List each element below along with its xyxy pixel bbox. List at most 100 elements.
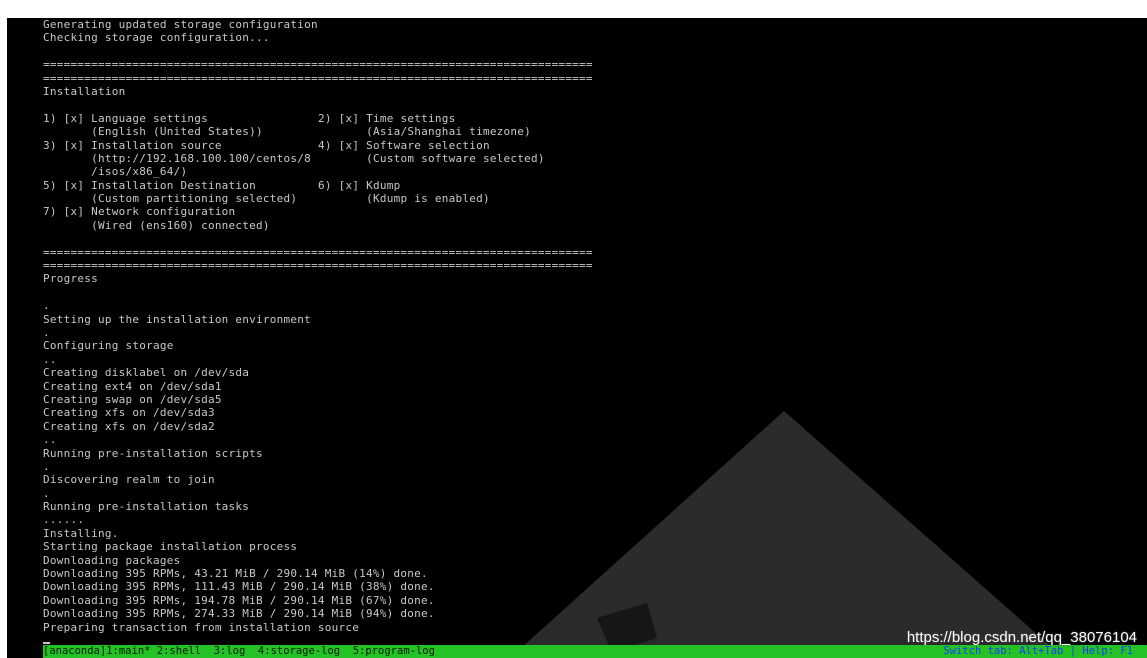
console-line: Checking storage configuration... [43,31,593,44]
console-line: ========================================… [43,246,593,259]
console-line-text: Downloading 395 RPMs, 111.43 MiB / 290.1… [43,580,435,594]
console-line-right-text: (Asia/Shanghai timezone) [318,125,532,139]
terminal-screen[interactable]: Generating updated storage configuration… [7,18,1147,658]
console-line-text: . [43,299,50,313]
top-margin [1068,0,1147,18]
console-line-right-text: 2) [x] Time settings [318,111,456,125]
console-line-text: Running pre-installation tasks [43,500,250,514]
console-line-text: Creating ext4 on /dev/sda1 [43,379,222,393]
console-line: .. [43,433,593,446]
tmux-window-list[interactable]: [anaconda]1:main* 2:shell 3:log 4:storag… [43,645,435,658]
console-line-right-text: 6) [x] Kdump [318,178,401,192]
tmux-status-bar[interactable]: [anaconda]1:main* 2:shell 3:log 4:storag… [43,645,1147,658]
console-output: Generating updated storage configuration… [43,18,593,634]
console-line-text: Creating xfs on /dev/sda3 [43,406,215,420]
console-line: Creating swap on /dev/sda5 [43,393,593,406]
console-line: . [43,299,593,312]
console-line-text: (Custom partitioning selected) [43,192,298,206]
console-line: Creating xfs on /dev/sda2 [43,420,593,433]
console-line: Progress [43,272,593,285]
console-line: 1) [x] Language settings 2) [x] Time sett… [43,112,593,125]
console-line: Downloading packages [43,554,593,567]
console-line-text: . [43,459,50,473]
console-line-text: Discovering realm to join [43,473,215,487]
console-line-text: Starting package installation process [43,540,298,554]
console-line: Downloading 395 RPMs, 43.21 MiB / 290.14… [43,567,593,580]
console-line-text: /isos/x86_64/) [43,165,188,179]
console-line-text: ========================================… [43,259,593,273]
console-line: (Wired (ens160) connected) [43,219,593,232]
tmux-help-hint: Switch tab: Alt+Tab | Help: F1 [943,645,1133,657]
console-line-right-text: (Custom software selected) [318,151,545,165]
text-cursor [43,642,50,644]
console-line: Setting up the installation environment [43,313,593,326]
console-line-text: . [43,486,50,500]
console-line: Preparing transaction from installation … [43,621,593,634]
console-line-text: Downloading packages [43,553,181,567]
console-line: . [43,487,593,500]
console-line: . [43,460,593,473]
console-line: Generating updated storage configuration [43,18,593,31]
console-line: ========================================… [43,72,593,85]
watermark-url: https://blog.csdn.net/qq_38076104 [906,629,1137,646]
console-line-text: Preparing transaction from installation … [43,620,360,634]
console-line: (English (United States)) (Asia/Shanghai… [43,125,593,138]
console-line: Running pre-installation scripts [43,447,593,460]
console-line: Creating disklabel on /dev/sda [43,366,593,379]
console-line-text: Setting up the installation environment [43,312,312,326]
console-line: Running pre-installation tasks [43,500,593,513]
console-line-text: (Wired (ens160) connected) [43,218,270,232]
console-line-text: (English (United States)) [43,125,263,139]
console-line-text: ========================================… [43,71,593,85]
console-line-text: ...... [43,513,85,527]
console-line: ========================================… [43,58,593,71]
console-line-text: Downloading 395 RPMs, 274.33 MiB / 290.1… [43,607,435,621]
console-line: . [43,326,593,339]
console-line-text: Generating updated storage configuration [43,18,318,31]
console-line: Downloading 395 RPMs, 194.78 MiB / 290.1… [43,594,593,607]
console-line-text: ========================================… [43,58,593,72]
console-line-text: Configuring storage [43,339,174,353]
console-line-text: 5) [x] Installation Destination [43,178,257,192]
console-line-text: Installing. [43,526,119,540]
console-line: (Custom partitioning selected) (Kdump is… [43,192,593,205]
console-line-text: (http://192.168.100.100/centos/8 [43,151,312,165]
console-line-text: 3) [x] Installation source [43,138,222,152]
console-line: Configuring storage [43,339,593,352]
console-line: 3) [x] Installation source 4) [x] Softwar… [43,139,593,152]
console-line: Discovering realm to join [43,473,593,486]
console-line-text: ========================================… [43,245,593,259]
console-line-text: Checking storage configuration... [43,31,270,45]
console-line: 5) [x] Installation Destination 6) [x] Kd… [43,179,593,192]
console-line: Creating ext4 on /dev/sda1 [43,380,593,393]
console-line-text: Creating disklabel on /dev/sda [43,366,250,380]
console-line-text: .. [43,433,57,447]
console-line: ========================================… [43,259,593,272]
console-line-text: .. [43,352,57,366]
console-line: ...... [43,513,593,526]
console-line-text: Running pre-installation scripts [43,446,263,460]
console-line: Downloading 395 RPMs, 111.43 MiB / 290.1… [43,580,593,593]
console-line: (http://192.168.100.100/centos/8 (Custom… [43,152,593,165]
console-line-text: Creating swap on /dev/sda5 [43,392,222,406]
console-line-text: . [43,325,50,339]
console-line-right-text: 4) [x] Software selection [318,138,490,152]
console-line-text: Downloading 395 RPMs, 194.78 MiB / 290.1… [43,593,435,607]
console-line: Downloading 395 RPMs, 274.33 MiB / 290.1… [43,607,593,620]
console-line: Starting package installation process [43,540,593,553]
console-line-text: Creating xfs on /dev/sda2 [43,419,215,433]
console-line-text: Downloading 395 RPMs, 43.21 MiB / 290.14… [43,567,428,581]
console-line: 7) [x] Network configuration [43,205,593,218]
console-line-text: Progress [43,272,98,286]
console-line-right-text: (Kdump is enabled) [318,192,490,206]
console-line: Creating xfs on /dev/sda3 [43,406,593,419]
console-line: /isos/x86_64/) [43,165,593,178]
console-line: .. [43,353,593,366]
console-line-text: 1) [x] Language settings [43,111,208,125]
console-line-text: 7) [x] Network configuration [43,205,236,219]
console-line-text: Installation [43,84,126,98]
